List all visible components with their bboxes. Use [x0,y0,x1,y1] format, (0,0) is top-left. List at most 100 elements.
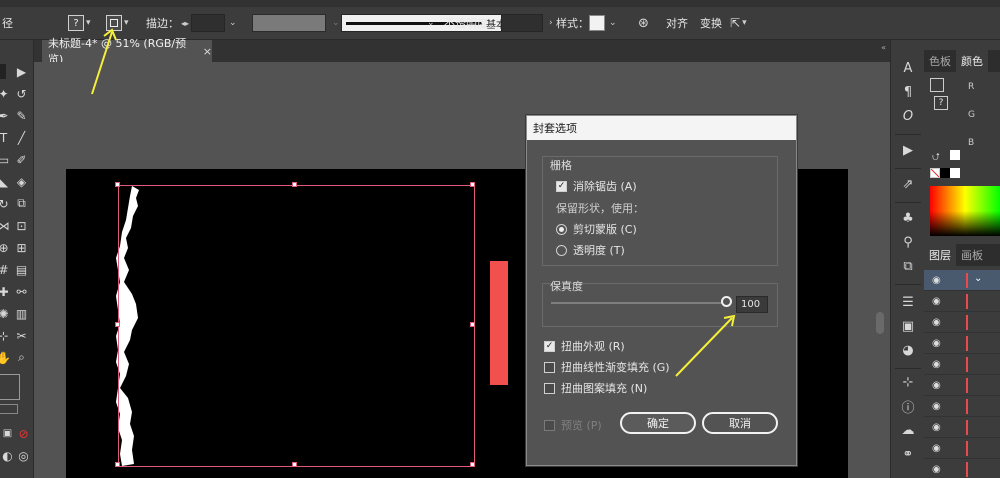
magic-wand-icon[interactable]: ✦ [0,86,11,101]
eye-icon[interactable]: ◉ [932,422,941,433]
color-spectrum[interactable] [930,186,1000,236]
layer-row[interactable]: ◉ [924,354,1000,375]
puppet-warp-icon[interactable]: ⚲ [900,234,916,250]
stroke-color-control[interactable]: ▾ [106,13,129,33]
stroke-swatch[interactable] [106,15,122,31]
stroke-swatch-large[interactable] [0,404,18,414]
distort-pattern-option[interactable]: 扭曲图案填充 (N) [544,380,647,396]
resize-handle[interactable] [115,182,120,187]
export-icon[interactable]: ⇗ [900,176,916,192]
distort-appearance-option[interactable]: ✓ 扭曲外观 (R) [544,338,625,354]
layer-row[interactable]: ◉ [924,417,1000,438]
align-control[interactable]: 对齐 [666,13,688,33]
cancel-button[interactable]: 取消 [702,412,778,434]
links-icon[interactable]: ⚭ [900,446,916,462]
chevron-down-icon[interactable]: ▾ [86,18,91,28]
layer-row[interactable]: ◉ [924,438,1000,459]
black-color-chip[interactable] [940,168,950,178]
chevron-down-icon[interactable]: ⌄ [332,18,340,28]
close-icon[interactable]: × [203,45,212,58]
scale-icon[interactable]: ⧉ [14,196,29,211]
fill-control[interactable]: ? ▾ [68,13,91,33]
free-transform-icon[interactable]: ⊡ [14,218,29,233]
recolor-artwork-icon[interactable]: ⊛ [638,16,649,31]
asset-export-icon[interactable]: ⧉ [900,258,916,274]
distort-gradient-option[interactable]: 扭曲线性渐变填充 (G) [544,359,670,375]
paragraph-icon[interactable]: ¶ [900,84,916,100]
layer-row[interactable]: ◉ [924,291,1000,312]
type-icon[interactable]: T [0,130,11,145]
resize-handle[interactable] [470,322,475,327]
align-panel-icon[interactable]: ☰ [900,294,916,310]
ok-button[interactable]: 确定 [620,412,696,434]
mesh-icon[interactable]: # [0,262,11,277]
chevron-down-icon[interactable]: ⌄ [229,18,237,28]
tab-color[interactable]: 颜色 [956,50,988,72]
dialog-title-bar[interactable]: 封套选项 [527,116,796,140]
layer-row[interactable]: ◉ ⌄ [924,270,1000,291]
eye-icon[interactable]: ◉ [932,443,941,454]
chevron-down-icon[interactable]: ▾ [124,18,129,28]
shape-builder-icon[interactable]: ⊕ [0,240,11,255]
actions-play-icon[interactable]: ▶ [900,142,916,158]
shaper-icon[interactable]: ◣ [0,174,11,189]
resize-handle[interactable] [292,462,297,467]
clip-mask-radio[interactable] [556,223,567,235]
isolate-icon[interactable]: ⇱ [730,16,740,30]
layer-row[interactable]: ◉ [924,333,1000,354]
distort-appearance-checkbox[interactable]: ✓ [544,340,555,352]
eye-icon[interactable]: ◉ [932,317,941,328]
layer-row[interactable]: ◉ [924,375,1000,396]
variable-width-profile[interactable] [252,14,326,32]
resize-handle[interactable] [115,322,120,327]
width-icon[interactable]: ⋈ [0,218,11,233]
chevron-down-icon[interactable]: ⌄ [609,18,617,28]
fill-stroke-swatches[interactable] [0,374,20,400]
gradient-icon[interactable]: ▤ [14,262,29,277]
vertical-scrollbar-thumb[interactable] [876,312,884,334]
fidelity-slider-knob[interactable] [721,296,732,307]
document-tab[interactable]: 未标题-4* @ 51% (RGB/预览) × [42,37,212,66]
distort-pattern-checkbox[interactable] [544,382,555,394]
libraries-icon[interactable]: ☁ [900,422,916,438]
chevron-right-icon[interactable]: › [549,18,553,28]
info-icon[interactable]: ⓘ [900,398,916,416]
curvature-icon[interactable]: ✎ [14,108,29,123]
draw-mode-icon[interactable]: ◐ [0,448,15,463]
blend-icon[interactable]: ⚯ [14,284,29,299]
eye-icon[interactable]: ◉ [932,464,941,475]
antialias-option[interactable]: ✓ 消除锯齿 (A) [556,178,637,194]
fill-swatch[interactable]: ? [68,15,84,31]
eye-icon[interactable]: ◉ [932,380,941,391]
stepper-icon[interactable]: ◂▸ [181,19,189,28]
hand-icon[interactable]: ✋ [0,350,11,365]
fill-color-box[interactable] [930,78,944,92]
transparency-radio[interactable] [556,244,567,256]
selection-bounding-box[interactable] [118,185,475,467]
stroke-weight-input[interactable] [191,14,226,32]
pen-icon[interactable]: ✒ [0,108,11,123]
clip-mask-option[interactable]: 剪切蒙版 (C) [556,221,637,237]
column-graph-icon[interactable]: ▥ [14,306,29,321]
none-swatch-icon[interactable]: ⊘ [16,426,31,441]
symbol-sprayer-icon[interactable]: ✺ [0,306,11,321]
selection-tool-icon[interactable] [0,64,6,79]
rectangle-icon[interactable]: ▭ [0,152,11,167]
zoom-icon[interactable]: ⌕ [14,350,29,365]
eraser-icon[interactable]: ◈ [14,174,29,189]
opentype-icon[interactable]: O [900,108,916,124]
stroke-style-dropdown[interactable]: ⌄ [425,13,435,33]
screen-mode-icon[interactable]: ◎ [16,448,31,463]
expand-icon[interactable]: ⌄ [974,273,982,284]
character-icon[interactable]: A [900,60,916,76]
eye-icon[interactable]: ◉ [932,401,941,412]
perspective-icon[interactable]: ⊞ [14,240,29,255]
paintbrush-icon[interactable]: ✐ [14,152,29,167]
resize-handle[interactable] [115,462,120,467]
eye-icon[interactable]: ◉ [932,296,941,307]
swap-colors-icon[interactable]: ⮍ [932,150,940,167]
direct-selection-icon[interactable]: ▶ [14,64,29,79]
tab-artboards[interactable]: 画板 [956,244,988,266]
transparency-option[interactable]: 透明度 (T) [556,242,625,258]
isolate-control[interactable]: ⇱ ▾ [730,13,747,33]
